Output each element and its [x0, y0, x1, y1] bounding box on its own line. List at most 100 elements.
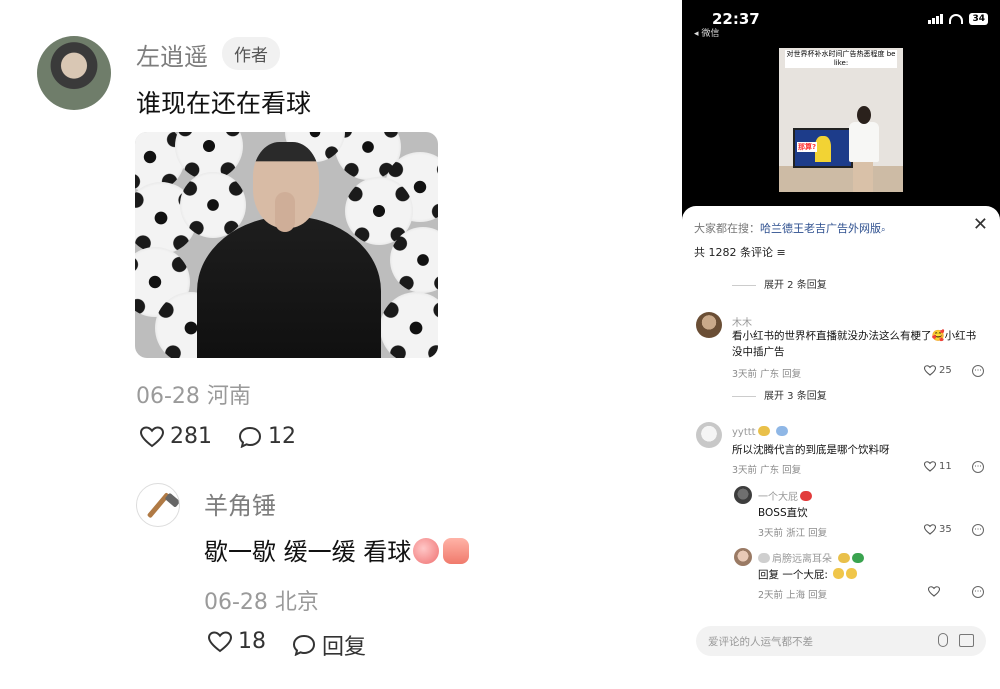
comment-count: 12 [268, 424, 296, 449]
comment-like-count: 11 [939, 461, 952, 472]
emoji-icon [833, 568, 845, 579]
comment-input[interactable]: 爱评论的人运气都不差 [696, 626, 986, 656]
commenter-name: yyttt [732, 427, 756, 438]
commenter-avatar[interactable] [696, 422, 722, 448]
reply-avatar[interactable] [136, 483, 180, 527]
commenter-name: 一个大屁 [758, 492, 798, 503]
commenter-avatar[interactable] [734, 486, 752, 504]
image-icon[interactable] [959, 634, 974, 647]
comment-meta[interactable]: 2天前 上海 回复 [758, 587, 827, 601]
heart-icon [928, 586, 940, 597]
reply-text: 歇一歇 缓一缓 看球 [204, 532, 470, 567]
comment-sheet: 大家都在搜：哈兰德王老吉广告外网版⌕ ✕ 共 1282 条评论 ≡ 展开 2 条… [682, 206, 1000, 689]
comment-meta[interactable]: 3天前 广东 回复 [732, 366, 801, 380]
badge-icon [758, 553, 770, 563]
tv-cabinet [779, 166, 903, 192]
commenter-name-row[interactable]: 肩膀远离耳朵 [758, 550, 864, 565]
more-options-icon[interactable]: ··· [972, 586, 984, 598]
search-icon: ⌕ [881, 225, 886, 234]
peach-emoji-icon [413, 538, 440, 564]
comment-like-button[interactable]: 11 [924, 461, 952, 472]
thumbs-up-emoji-icon [443, 538, 470, 564]
comment-like-count: 35 [939, 524, 952, 535]
video-caption: 对世界杯补水时间广告热恶程度 be like: [785, 50, 897, 68]
comment-input-placeholder: 爱评论的人运气都不差 [708, 636, 813, 648]
comment-total-label: 共 1282 条评论 [694, 246, 773, 259]
sort-icon[interactable]: ≡ [777, 246, 786, 259]
tv-ad-text: 那算? [797, 142, 818, 152]
wifi-icon [949, 14, 964, 24]
microphone-icon[interactable] [938, 633, 948, 647]
post-text: 谁现在还在看球 [136, 89, 312, 118]
more-options-icon[interactable]: ··· [972, 524, 984, 536]
heart-icon [924, 524, 936, 535]
comment-bubble-icon [292, 634, 316, 656]
person-figure [849, 122, 879, 162]
hammer-icon [147, 493, 179, 518]
badge-icon [800, 491, 812, 501]
comment-meta[interactable]: 3天前 广东 回复 [732, 462, 801, 476]
badge-icon [757, 426, 770, 436]
heart-icon [924, 365, 936, 376]
commenter-name-row[interactable]: 一个大屁 [758, 488, 812, 503]
comment-text-content: 回复 一个大屁: [758, 569, 828, 581]
commenter-name: 肩膀远离耳朵 [772, 554, 832, 565]
heart-icon [208, 630, 232, 652]
football-image [380, 292, 438, 358]
expand-replies-button[interactable]: 展开 2 条回复 [732, 276, 827, 291]
expand-replies-button[interactable]: 展开 3 条回复 [732, 387, 827, 402]
comment-like-button[interactable]: 25 [924, 365, 952, 376]
reply-text-content: 歇一歇 缓一缓 看球 [204, 538, 412, 566]
video-player[interactable]: 对世界杯补水时间广告热恶程度 be like: 那算? [779, 48, 903, 192]
status-icons: 34 [928, 13, 988, 25]
reply-meta: 06-28 北京 [204, 590, 319, 615]
person-legs [853, 160, 873, 192]
commenter-name[interactable]: 木木 [732, 314, 752, 329]
reply-like-count: 18 [238, 629, 266, 654]
comment-text: 回复 一个大屁: [758, 567, 858, 583]
reply-author-name[interactable]: 羊角锤 [204, 486, 276, 521]
comment-text: 看小红书的世界杯直播就没办法这么有梗了🥰小红书没中插广告 [732, 330, 977, 358]
person-head [857, 106, 871, 124]
flag-badge-icon [852, 553, 864, 563]
comment-button[interactable]: 12 [238, 424, 296, 449]
emoji-icon [846, 568, 858, 579]
author-name[interactable]: 左逍遥 [136, 37, 208, 72]
trending-search-prefix: 大家都在搜： [694, 222, 760, 235]
like-button[interactable]: 281 [140, 424, 212, 449]
post-image[interactable] [135, 132, 438, 358]
comment-bubble-icon [238, 426, 262, 448]
phone-screenshot: 22:37 ◂ 微信 34 对世界杯补水时间广告热恶程度 be like: 那算… [682, 0, 1000, 689]
person-hand [275, 192, 295, 232]
comment-like-button[interactable] [928, 586, 940, 597]
comment-meta[interactable]: 3天前 浙江 回复 [758, 525, 827, 539]
trending-search[interactable]: 大家都在搜：哈兰德王老吉广告外网版⌕ [694, 220, 885, 236]
trending-search-term[interactable]: 哈兰德王老吉广告外网版 [760, 222, 881, 235]
flag-badge-icon [775, 426, 788, 436]
television: 那算? [793, 128, 853, 168]
reply-like-button[interactable]: 18 [208, 629, 266, 654]
comment-text: BOSS直饮 [758, 507, 808, 519]
battery-icon: 34 [969, 13, 988, 25]
reply-label: 回复 [322, 635, 367, 660]
more-options-icon[interactable]: ··· [972, 365, 984, 377]
emoji-badge-icon [838, 553, 850, 563]
heart-icon [140, 425, 164, 447]
post-panel: 左逍遥 作者 谁现在还在看球 06-28 河南 281 12 羊角锤 歇一歇 缓 [0, 0, 680, 689]
post-meta: 06-28 河南 [136, 384, 251, 409]
author-avatar[interactable] [37, 36, 111, 110]
back-to-wechat-link[interactable]: ◂ 微信 [694, 26, 719, 39]
comment-text: 所以沈腾代言的到底是哪个饮料呀 [732, 444, 890, 456]
commenter-name-row[interactable]: yyttt [732, 426, 788, 438]
commenter-avatar[interactable] [734, 548, 752, 566]
comment-like-count: 25 [939, 365, 952, 376]
comment-like-button[interactable]: 35 [924, 524, 952, 535]
more-options-icon[interactable]: ··· [972, 461, 984, 473]
reply-button[interactable]: 回复 [292, 629, 366, 661]
author-tag-badge: 作者 [222, 37, 280, 70]
signal-icon [928, 14, 944, 24]
close-icon[interactable]: ✕ [973, 214, 988, 235]
person-figure [197, 216, 381, 358]
commenter-avatar[interactable] [696, 312, 722, 338]
comment-total[interactable]: 共 1282 条评论 ≡ [694, 244, 786, 260]
